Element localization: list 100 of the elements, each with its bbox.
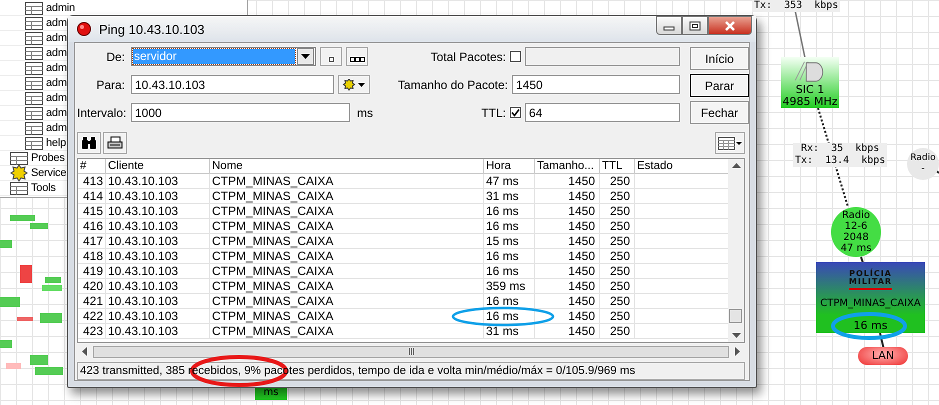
field-label: Para: <box>95 78 126 92</box>
column-header[interactable]: Estado <box>634 159 728 174</box>
table-cell: 250 <box>600 294 634 308</box>
tree-item[interactable]: help <box>46 136 66 150</box>
table-icon <box>25 32 43 44</box>
tree-item[interactable]: adm <box>46 16 67 30</box>
host-node[interactable]: POLÍCIA MILITAR CTPM_MINAS_CAIXA 16 ms <box>816 262 925 333</box>
table-cell: 419 <box>78 264 106 278</box>
table-cell: CTPM_MINAS_CAIXA <box>210 278 484 294</box>
table-columns-icon <box>718 136 742 150</box>
tree-item[interactable]: adm <box>46 46 67 60</box>
scroll-thumb[interactable] <box>93 346 729 358</box>
column-header[interactable]: Cliente <box>106 159 210 174</box>
table-cell: 15 ms <box>484 234 534 248</box>
print-button[interactable] <box>103 132 127 154</box>
table-cell: 16 ms <box>484 248 534 264</box>
checkbox[interactable] <box>510 107 521 118</box>
table-cell: CTPM_MINAS_CAIXA <box>210 324 484 338</box>
maximize-button[interactable] <box>682 16 708 35</box>
table-cell: 47 ms <box>484 174 534 188</box>
table-cell: 421 <box>78 294 106 308</box>
input-field[interactable]: 10.43.10.103 <box>131 75 334 94</box>
table-cell: 10.43.10.103 <box>106 248 210 264</box>
window-title: Ping 10.43.10.103 <box>99 22 205 36</box>
tree-item[interactable]: adm <box>46 122 67 134</box>
scroll-thumb[interactable] <box>729 309 742 323</box>
tree-item[interactable]: adm <box>46 92 67 104</box>
table-cell: 1450 <box>534 324 600 338</box>
radio-node[interactable]: Radio 12-6 2048 47 ms <box>831 207 881 257</box>
table-cell: 16 ms <box>484 218 534 234</box>
map-node[interactable]: ms <box>255 387 287 400</box>
cloud-node[interactable]: LAN <box>858 347 908 365</box>
table-cell: 250 <box>600 248 634 264</box>
tree-item[interactable]: adm <box>46 76 67 90</box>
find-button[interactable] <box>77 132 101 154</box>
dialog-button[interactable]: Fechar <box>690 101 749 124</box>
table-cell: 250 <box>600 278 634 294</box>
tree-item[interactable]: Probes <box>31 152 65 164</box>
table-cell: 1450 <box>534 264 600 278</box>
radio-node[interactable]: Radio - <box>907 148 939 180</box>
table-cell: 10.43.10.103 <box>106 264 210 278</box>
table-icon <box>25 62 43 74</box>
vertical-scrollbar[interactable] <box>728 159 744 342</box>
tree-item[interactable]: adm <box>46 62 67 74</box>
dialog-button[interactable]: Início <box>690 47 749 70</box>
column-header[interactable]: TTL <box>600 159 634 174</box>
table-icon <box>25 122 43 134</box>
tree-item[interactable]: Tools <box>31 182 56 194</box>
table-cell: 250 <box>600 188 634 204</box>
input-field[interactable]: 1000 <box>131 103 350 122</box>
table-cell: 250 <box>600 308 634 324</box>
table-cell: 417 <box>78 234 106 248</box>
table-cell: 250 <box>600 218 634 234</box>
binoculars-icon <box>81 136 97 150</box>
table-cell: 10.43.10.103 <box>106 218 210 234</box>
checkbox[interactable] <box>510 51 521 62</box>
tree-item[interactable]: Service <box>31 166 66 180</box>
table-cell: 1450 <box>534 308 600 324</box>
column-header[interactable]: Tamanho... <box>534 159 600 174</box>
link-label: Rx: 35 kbps Tx: 13.4 kbps <box>793 143 888 167</box>
table-cell: 1450 <box>534 218 600 234</box>
tree-item[interactable]: adm <box>46 32 67 44</box>
table-cell: 1450 <box>534 278 600 294</box>
table-cell: 423 <box>78 324 106 338</box>
link-line <box>794 10 806 58</box>
table-cell: 16 ms <box>484 308 534 324</box>
table-cell: 10.43.10.103 <box>106 174 210 188</box>
column-header[interactable]: Nome <box>210 159 484 174</box>
maximize-icon <box>689 20 701 30</box>
columns-button[interactable] <box>715 132 745 154</box>
close-button[interactable] <box>708 16 752 35</box>
table-cell: CTPM_MINAS_CAIXA <box>210 248 484 264</box>
table-cell: CTPM_MINAS_CAIXA <box>210 174 484 188</box>
tree-item[interactable]: admin <box>46 2 75 14</box>
column-header[interactable]: # <box>78 159 106 174</box>
input-field[interactable]: 64 <box>525 103 680 122</box>
gear-menu-button[interactable] <box>338 75 370 94</box>
small-button[interactable] <box>320 47 342 66</box>
table-cell: CTPM_MINAS_CAIXA <box>210 308 484 324</box>
more-button[interactable] <box>346 47 368 66</box>
table-cell: CTPM_MINAS_CAIXA <box>210 294 484 308</box>
table-cell: 422 <box>78 308 106 324</box>
minimize-button[interactable] <box>656 16 682 35</box>
field-label: TTL: <box>481 106 506 120</box>
scroll-up-icon <box>732 163 740 168</box>
table-cell: 10.43.10.103 <box>106 188 210 204</box>
scroll-down-icon <box>732 333 740 338</box>
gear-icon <box>10 164 28 182</box>
table-cell: 10.43.10.103 <box>106 294 210 308</box>
tree-item[interactable]: adm <box>46 106 67 120</box>
dialog-button[interactable]: Parar <box>690 74 749 97</box>
column-header[interactable]: Hora <box>484 159 534 174</box>
unit-label: ms <box>357 106 373 120</box>
table-cell: 250 <box>600 264 634 278</box>
input-field[interactable]: 1450 <box>512 75 680 94</box>
table-cell: 250 <box>600 324 634 338</box>
logo: POLÍCIA MILITAR <box>848 270 892 290</box>
dots-icon <box>350 57 364 62</box>
field-label: Total Pacotes: <box>430 50 506 64</box>
device-node[interactable]: SIC 1 4985 MHz <box>781 57 839 108</box>
